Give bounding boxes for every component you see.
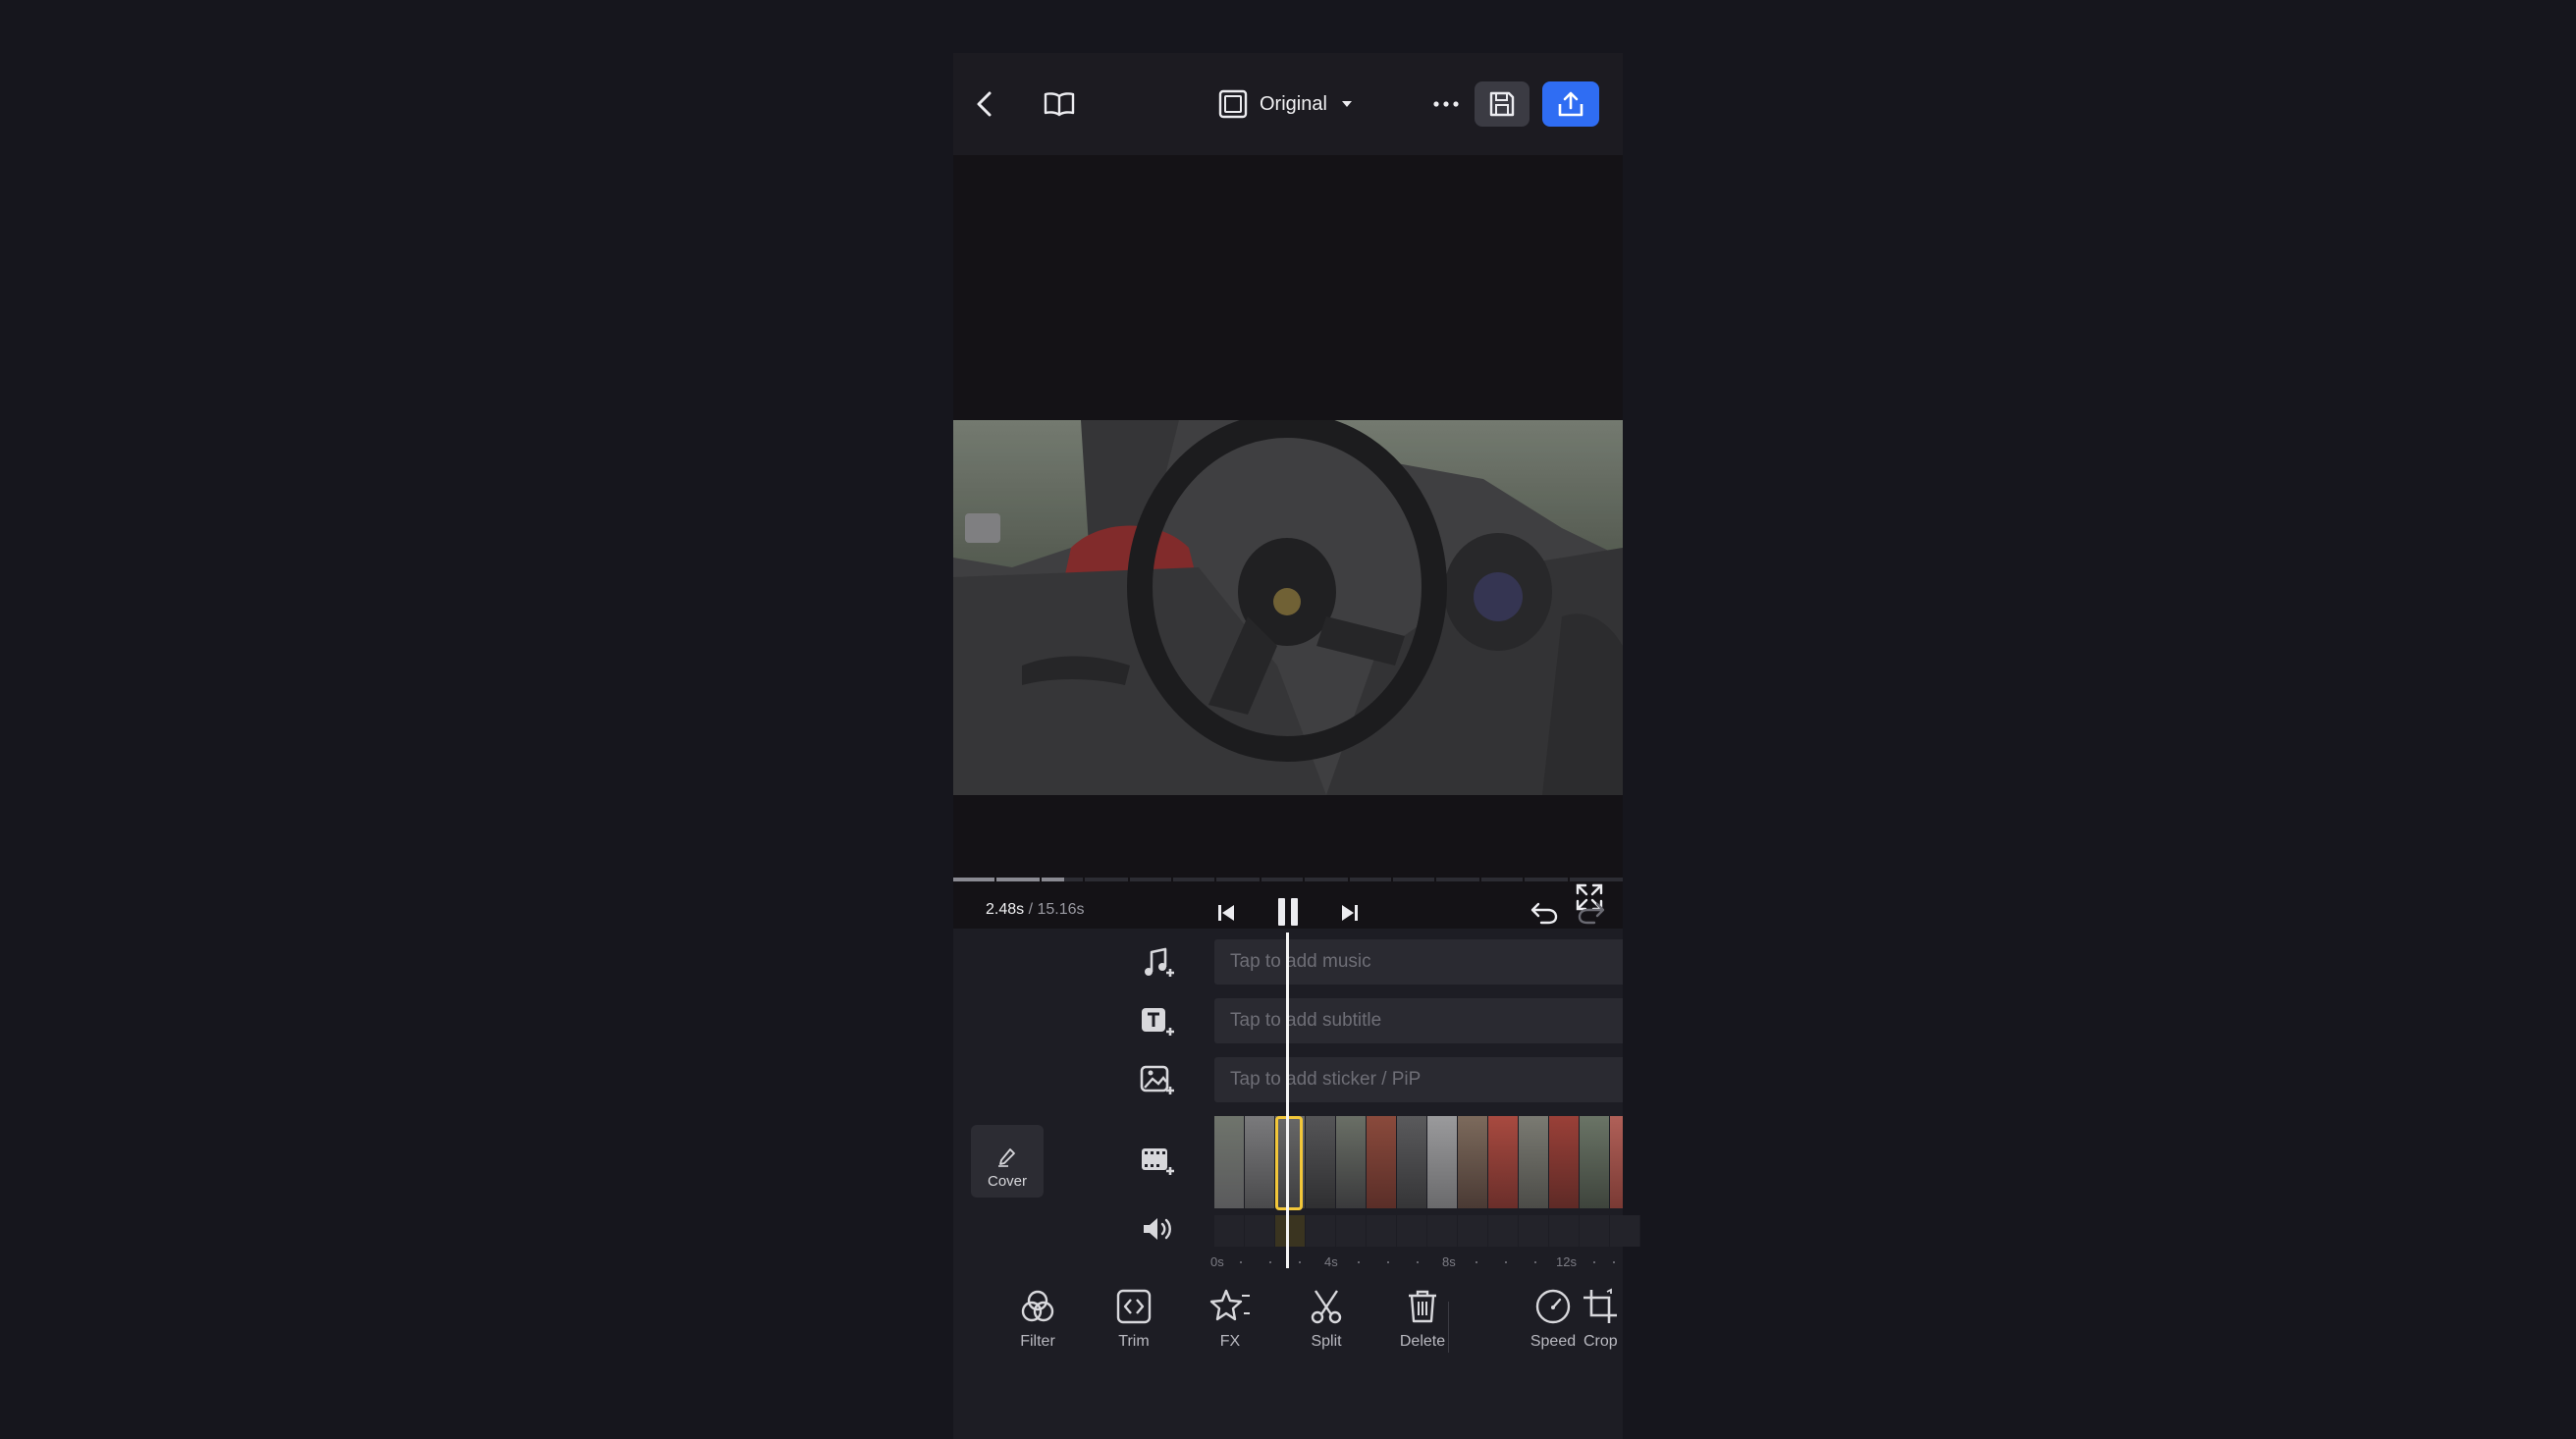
clip-thumbnail xyxy=(1549,1116,1580,1208)
video-editor: Original 2.48s / 15.16s Tap to add music… xyxy=(953,53,1640,1439)
save-icon xyxy=(1488,90,1516,118)
filter-label: Filter xyxy=(1020,1333,1055,1350)
add-text-icon[interactable] xyxy=(1136,1001,1179,1044)
clip-thumbnail xyxy=(1214,1116,1245,1208)
timeline-ruler[interactable]: 0s 4s 8s 12s xyxy=(1210,1252,1623,1276)
skip-back-icon[interactable] xyxy=(1205,893,1248,933)
scissors-icon xyxy=(1308,1288,1345,1325)
top-bar: Original xyxy=(953,53,1623,155)
volume-icon[interactable] xyxy=(1136,1207,1179,1251)
fx-icon xyxy=(1208,1288,1252,1325)
current-time: 2.48s xyxy=(986,901,1025,918)
split-button[interactable]: Split xyxy=(1287,1288,1366,1351)
cover-label: Cover xyxy=(987,1173,1027,1190)
clip-thumbnail xyxy=(1610,1116,1623,1208)
video-frame[interactable] xyxy=(953,420,1623,795)
save-button[interactable] xyxy=(1475,81,1530,127)
time-readout: 2.48s / 15.16s xyxy=(986,901,1085,919)
ruler-label: 4s xyxy=(1324,1254,1338,1269)
caret-down-icon xyxy=(1341,100,1353,108)
ruler-label: 8s xyxy=(1442,1254,1456,1269)
add-music-icon[interactable] xyxy=(1136,942,1179,986)
time-separator: / xyxy=(1028,901,1034,918)
crop-label: Crop xyxy=(1583,1333,1618,1350)
fx-label: FX xyxy=(1219,1333,1241,1350)
clip-thumbnail xyxy=(1306,1116,1336,1208)
back-icon[interactable] xyxy=(963,82,1006,126)
fx-button[interactable]: FX xyxy=(1191,1288,1269,1351)
clip-audio-track xyxy=(1214,1215,1640,1247)
add-clip-icon[interactable] xyxy=(1136,1141,1179,1184)
ruler-label: 0s xyxy=(1210,1254,1224,1269)
clip-selection-handle[interactable] xyxy=(1275,1116,1303,1210)
filter-icon xyxy=(1019,1288,1056,1325)
trash-icon xyxy=(1404,1288,1441,1325)
sticker-track-placeholder: Tap to add sticker / PiP xyxy=(1230,1069,1422,1090)
clip-thumbnail xyxy=(1580,1116,1610,1208)
subtitle-track-placeholder: Tap to add subtitle xyxy=(1230,1010,1382,1031)
trim-label: Trim xyxy=(1118,1333,1150,1350)
playhead[interactable] xyxy=(1286,933,1289,1268)
delete-label: Delete xyxy=(1399,1333,1446,1350)
music-track[interactable]: Tap to add music xyxy=(1214,939,1623,985)
clip-thumbnail xyxy=(1427,1116,1458,1208)
book-icon[interactable] xyxy=(1038,82,1081,126)
split-label: Split xyxy=(1311,1333,1342,1350)
edit-pen-icon xyxy=(996,1147,1018,1167)
clip-thumbnail xyxy=(1397,1116,1427,1208)
delete-button[interactable]: Delete xyxy=(1383,1288,1462,1351)
toolbar-divider xyxy=(1448,1302,1449,1353)
clip-thumbnail xyxy=(1336,1116,1367,1208)
aspect-ratio-icon xyxy=(1218,89,1248,119)
clip-thumbnail xyxy=(1367,1116,1397,1208)
clip-thumbnail xyxy=(1458,1116,1488,1208)
music-track-placeholder: Tap to add music xyxy=(1230,951,1371,972)
ruler-label: 12s xyxy=(1556,1254,1577,1269)
crop-icon xyxy=(1582,1288,1619,1325)
clip-thumbnail xyxy=(1245,1116,1275,1208)
add-sticker-icon[interactable] xyxy=(1136,1060,1179,1103)
undo-icon[interactable] xyxy=(1525,893,1564,933)
playback-progress-bar[interactable] xyxy=(953,878,1623,881)
trim-button[interactable]: Trim xyxy=(1095,1288,1173,1351)
filter-button[interactable]: Filter xyxy=(998,1288,1077,1351)
subtitle-track[interactable]: Tap to add subtitle xyxy=(1214,998,1623,1043)
clip-thumbnail xyxy=(1519,1116,1549,1208)
skip-forward-icon[interactable] xyxy=(1328,893,1371,933)
preview-area[interactable] xyxy=(953,155,1623,929)
trim-icon xyxy=(1115,1288,1153,1325)
more-icon[interactable] xyxy=(1424,84,1468,124)
playback-progress-fill xyxy=(953,878,1064,881)
export-icon xyxy=(1556,90,1585,118)
cover-button[interactable]: Cover xyxy=(971,1125,1044,1198)
pause-icon[interactable] xyxy=(1265,889,1311,934)
aspect-ratio-selector[interactable]: Original xyxy=(1218,84,1366,124)
clip-thumbnail xyxy=(1488,1116,1519,1208)
aspect-ratio-label: Original xyxy=(1260,92,1327,115)
car-interior-image xyxy=(953,420,1623,795)
total-time: 15.16s xyxy=(1037,901,1085,918)
redo-icon[interactable] xyxy=(1572,893,1611,933)
crop-button[interactable]: Crop xyxy=(1564,1288,1623,1351)
sticker-track[interactable]: Tap to add sticker / PiP xyxy=(1214,1057,1623,1102)
bottom-toolbar: Filter Trim FX Split Delete Speed Crop xyxy=(953,1288,1623,1406)
export-button[interactable] xyxy=(1542,81,1599,127)
